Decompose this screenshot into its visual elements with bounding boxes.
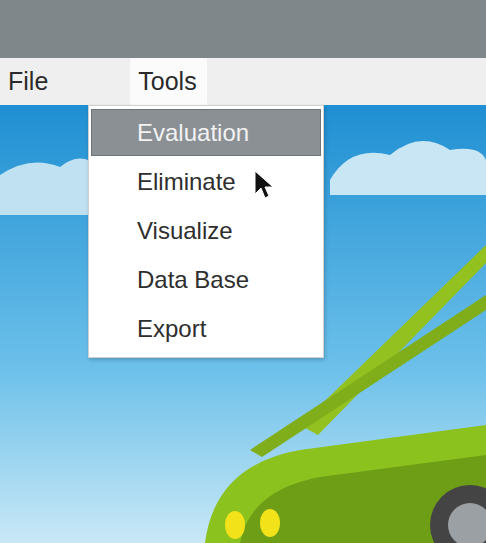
- app-window: File ToolsEvaluationEliminateVisualizeDat…: [0, 0, 486, 543]
- title-bar: [0, 0, 486, 58]
- menu-item[interactable]: Evaluation: [91, 109, 321, 156]
- mouse-pointer-icon: [254, 170, 274, 200]
- menu-item[interactable]: Eliminate: [91, 158, 321, 205]
- menu-item[interactable]: Visualize: [91, 207, 321, 254]
- menu-item[interactable]: Export: [91, 305, 321, 352]
- menu-bar-item[interactable]: File: [0, 58, 58, 105]
- menu-bar: File Tools: [0, 58, 486, 105]
- tools-menu: EvaluationEliminateVisualizeData BaseExp…: [88, 105, 324, 358]
- menu-item[interactable]: Data Base: [91, 256, 321, 303]
- menu-bar-item[interactable]: Tools: [130, 58, 206, 105]
